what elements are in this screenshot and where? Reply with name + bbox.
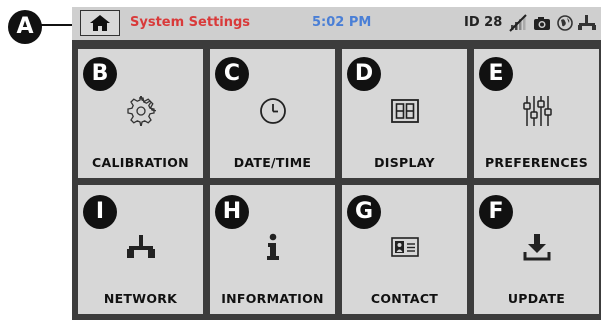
callout-f-badge: F <box>479 195 513 229</box>
callout-e-badge: E <box>479 57 513 91</box>
callout-a-badge: A <box>8 10 42 44</box>
callout-g-badge: G <box>347 195 381 229</box>
update-label: UPDATE <box>507 291 566 306</box>
callout-c-badge: C <box>215 57 249 91</box>
page-title: System Settings <box>130 15 251 30</box>
callout-b-badge: B <box>83 57 117 91</box>
information-label: INFORMATION <box>221 291 324 306</box>
display-label: DISPLAY <box>374 155 435 170</box>
callout-h-badge: H <box>215 195 249 229</box>
camera-icon <box>534 17 550 30</box>
home-button[interactable] <box>80 10 120 36</box>
status-bar: System Settings 5:02 PM ID 28 <box>72 7 601 40</box>
clock-icon <box>253 91 293 131</box>
contact-label: CONTACT <box>370 291 439 306</box>
network-label: NETWORK <box>103 291 178 306</box>
display-icon <box>385 91 425 131</box>
info-icon <box>253 227 293 267</box>
download-icon <box>517 227 557 267</box>
calibration-label: CALIBRATION <box>92 155 189 170</box>
date-time-label: DATE/TIME <box>233 155 312 170</box>
network-status-icon <box>578 15 596 30</box>
callout-i-badge: I <box>83 195 117 229</box>
globe-icon <box>557 15 573 31</box>
gear-icon <box>121 91 161 131</box>
callout-d-badge: D <box>347 57 381 91</box>
preferences-label: PREFERENCES <box>484 155 589 170</box>
clock-time: 5:02 PM <box>312 15 372 30</box>
wifi-off-icon <box>509 14 527 32</box>
network-icon <box>121 227 161 267</box>
device-id: ID 28 <box>464 15 503 30</box>
contact-card-icon <box>385 227 425 267</box>
home-icon <box>90 15 110 31</box>
device-screen: System Settings 5:02 PM ID 28 CALIBRATIO… <box>72 7 601 320</box>
sliders-icon <box>517 91 557 131</box>
